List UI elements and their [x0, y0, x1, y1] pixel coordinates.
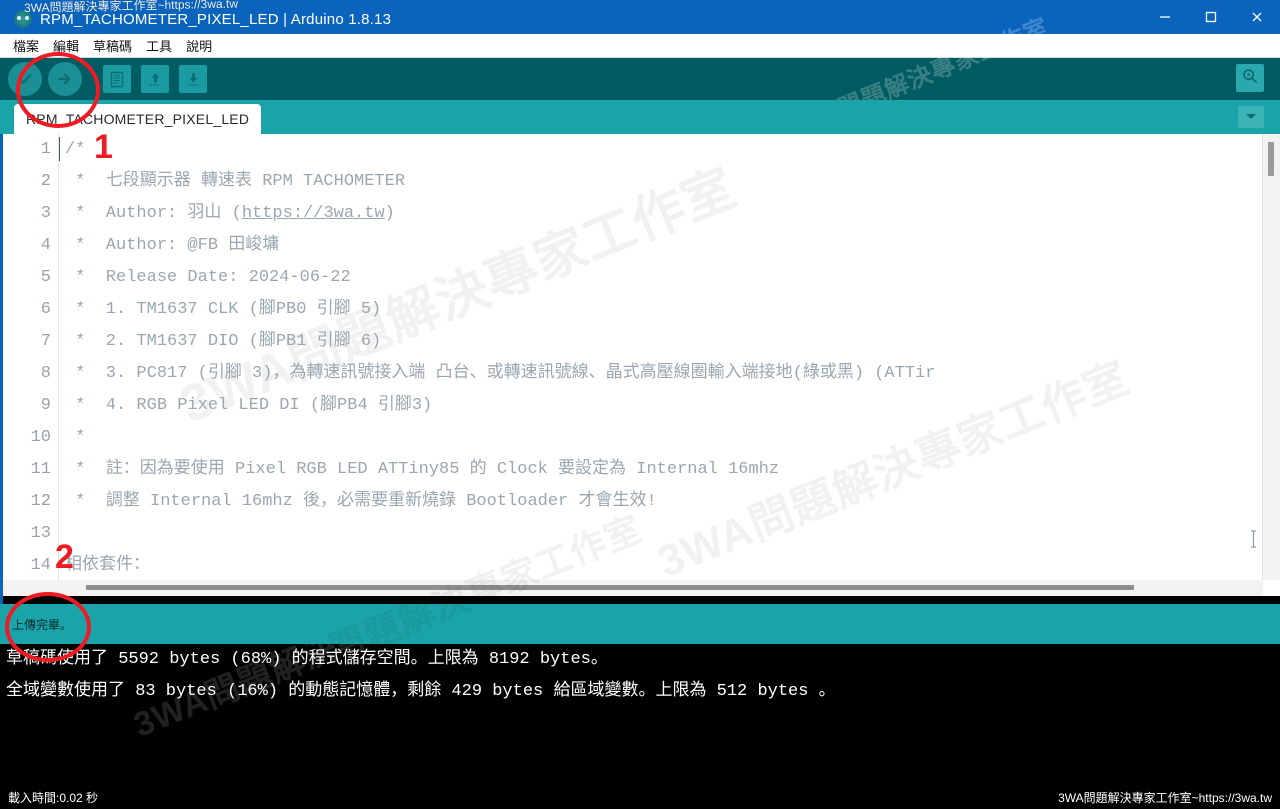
toolbar: 問題解決專家工作室: [0, 58, 1280, 100]
menu-item-file[interactable]: 檔案: [6, 34, 46, 57]
save-sketch-button[interactable]: [176, 62, 210, 96]
new-file-icon: [103, 65, 131, 93]
line-number: 2: [0, 166, 58, 198]
code-line: * 3. PC817 (引腳 3)，為轉速訊號接入端 凸台、或轉速訊號線、晶式高…: [59, 358, 1280, 390]
bottom-watermark: 3WA問題解決專家工作室~https://3wa.tw: [1058, 789, 1272, 806]
line-number: 1: [0, 134, 58, 166]
horizontal-scrollbar[interactable]: [0, 580, 1263, 596]
tab-label: RPM_TACHOMETER_PIXEL_LED: [26, 111, 249, 127]
status-message: 上傳完畢。: [12, 616, 72, 633]
arduino-ide-window: RPM_TACHOMETER_PIXEL_LED | Arduino 1.8.1…: [0, 0, 1280, 809]
verify-button[interactable]: [8, 62, 42, 96]
menu-item-sketch[interactable]: 草稿碼: [86, 34, 139, 57]
tab-bar: RPM_TACHOMETER_PIXEL_LED: [0, 100, 1280, 134]
code-lines[interactable]: /* * 七段顯示器 轉速表 RPM TACHOMETER * Author: …: [59, 134, 1280, 596]
code-line: * 2. TM1637 DIO (腳PB1 引腳 6): [59, 326, 1280, 358]
line-number: 6: [0, 294, 58, 326]
horizontal-scroll-thumb[interactable]: [86, 585, 1134, 590]
window-title: RPM_TACHOMETER_PIXEL_LED | Arduino 1.8.1…: [40, 11, 391, 28]
console-output[interactable]: 3WA問題解決專家工作室 草稿碼使用了 5592 bytes (68%) 的程式…: [0, 644, 1280, 784]
menu-item-help[interactable]: 說明: [179, 34, 219, 57]
tab-rpm-tachometer-pixel-led[interactable]: RPM_TACHOMETER_PIXEL_LED: [14, 104, 261, 134]
code-line: * 4. RGB Pixel LED DI (腳PB4 引腳3): [59, 390, 1280, 422]
code-line: /*: [59, 134, 1280, 166]
arrow-right-icon: [48, 62, 82, 96]
code-line: [59, 518, 1280, 550]
check-icon: [8, 62, 42, 96]
magnifier-icon: [1241, 67, 1259, 90]
line-number: 7: [0, 326, 58, 358]
line-number: 8: [0, 358, 58, 390]
serial-monitor-button[interactable]: [1236, 64, 1264, 92]
minimize-button[interactable]: [1142, 0, 1188, 34]
console-line: 全域變數使用了 83 bytes (16%) 的動態記憶體，剩餘 429 byt…: [0, 676, 1280, 708]
code-line: * Author: @FB 田峻墉: [59, 230, 1280, 262]
code-line: * 七段顯示器 轉速表 RPM TACHOMETER: [59, 166, 1280, 198]
close-button[interactable]: [1234, 0, 1280, 34]
open-sketch-button[interactable]: [138, 62, 172, 96]
load-time-label: 載入時間:0.02 秒: [8, 789, 98, 806]
arduino-logo-icon: [14, 10, 32, 28]
line-number: 3: [0, 198, 58, 230]
upload-button[interactable]: [48, 62, 82, 96]
title-bar: RPM_TACHOMETER_PIXEL_LED | Arduino 1.8.1…: [0, 0, 1280, 34]
menu-item-edit[interactable]: 編輯: [46, 34, 86, 57]
vertical-scroll-thumb[interactable]: [1268, 142, 1274, 176]
chevron-down-icon: [1244, 108, 1258, 126]
line-number: 4: [0, 230, 58, 262]
line-number: 14: [0, 550, 58, 582]
line-number: 12: [0, 486, 58, 518]
tab-menu-button[interactable]: [1238, 106, 1264, 128]
ibeam-cursor: [1249, 530, 1256, 546]
line-number: 5: [0, 262, 58, 294]
window-controls: [1142, 0, 1280, 34]
new-sketch-button[interactable]: [100, 62, 134, 96]
maximize-button[interactable]: [1188, 0, 1234, 34]
text-caret: [59, 137, 60, 161]
arrow-down-icon: [179, 65, 207, 93]
line-number: 10: [0, 422, 58, 454]
code-line-author-link[interactable]: * Author: 羽山 (https://3wa.tw): [59, 198, 1280, 230]
line-number: 9: [0, 390, 58, 422]
bottom-bar: 載入時間:0.02 秒 3WA問題解決專家工作室~https://3wa.tw: [0, 784, 1280, 809]
console-line: 草稿碼使用了 5592 bytes (68%) 的程式儲存空間。上限為 8192…: [0, 644, 1280, 676]
code-line: * 1. TM1637 CLK (腳PB0 引腳 5): [59, 294, 1280, 326]
code-line: * 註：因為要使用 Pixel RGB LED ATTiny85 的 Clock…: [59, 454, 1280, 486]
code-editor[interactable]: 3WA問題解決專家工作室 3WA問題解決專家工作室 1 2 3 4 5 6 7 …: [0, 134, 1280, 596]
vertical-scrollbar[interactable]: [1262, 134, 1280, 580]
menu-bar: 檔案 編輯 草稿碼 工具 說明: [0, 34, 1280, 58]
line-number-gutter: 1 2 3 4 5 6 7 8 9 10 11 12 13 14: [0, 134, 59, 596]
menu-item-tools[interactable]: 工具: [139, 34, 179, 57]
code-line: *: [59, 422, 1280, 454]
line-number: 13: [0, 518, 58, 550]
code-line: * 調整 Internal 16mhz 後，必需要重新燒錄 Bootloader…: [59, 486, 1280, 518]
arrow-up-icon: [141, 65, 169, 93]
status-bar: 上傳完畢。 3WA問題解決專家工作室: [0, 604, 1280, 644]
line-number: 11: [0, 454, 58, 486]
author-url-link[interactable]: https://3wa.tw: [242, 204, 385, 223]
code-line: * Release Date: 2024-06-22: [59, 262, 1280, 294]
code-line: 相依套件：: [59, 550, 1280, 582]
